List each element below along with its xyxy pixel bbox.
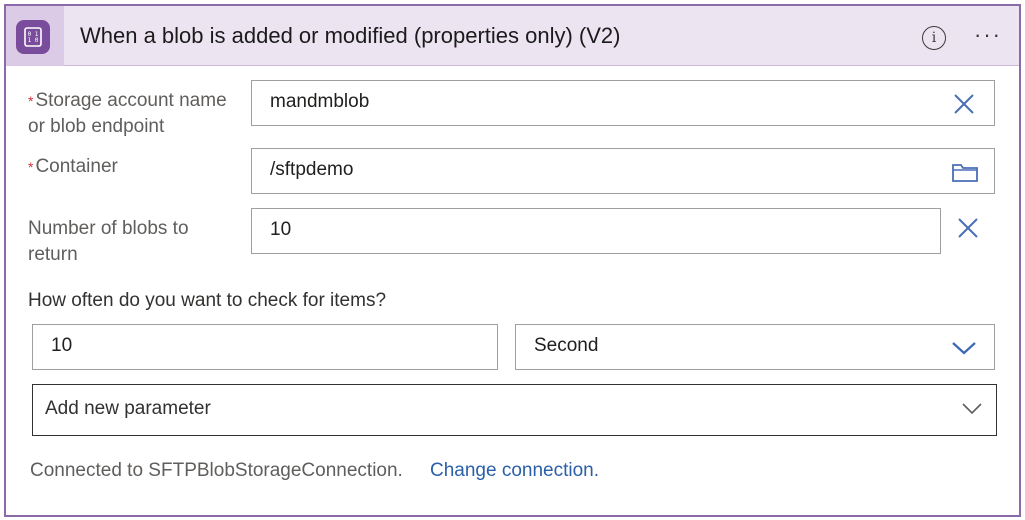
number-of-blobs-label-line2: return [28, 244, 78, 265]
container-label-text: Container [35, 156, 118, 177]
card-header[interactable]: 0 1 1 0 When a blob is added or modified… [6, 4, 1019, 66]
svg-text:1 0: 1 0 [28, 37, 39, 44]
frequency-select[interactable]: Second [515, 324, 995, 370]
required-marker: * [28, 93, 34, 109]
trigger-card: 0 1 1 0 When a blob is added or modified… [4, 4, 1021, 517]
storage-account-label-line2: or blob endpoint [28, 116, 165, 137]
interval-input[interactable]: 10 [32, 324, 498, 370]
header-icon-container: 0 1 1 0 [6, 6, 64, 66]
storage-account-label: * Storage account name or blob endpoint [28, 88, 227, 140]
container-label: * Container [28, 154, 118, 180]
number-of-blobs-value: 10 [270, 219, 292, 240]
connection-status: Connected to SFTPBlobStorageConnection. [30, 460, 403, 481]
storage-account-input[interactable]: mandmblob [251, 80, 995, 126]
add-new-parameter-label: Add new parameter [45, 398, 211, 419]
container-input[interactable]: /sftpdemo [251, 148, 995, 194]
number-of-blobs-label-line1: Number of blobs to [28, 218, 189, 239]
chevron-down-icon [950, 337, 978, 359]
blob-storage-icon: 0 1 1 0 [16, 20, 50, 54]
number-of-blobs-input[interactable]: 10 [251, 208, 941, 254]
recurrence-question: How often do you want to check for items… [28, 290, 387, 311]
required-marker: * [28, 159, 34, 175]
add-new-parameter-dropdown[interactable]: Add new parameter [32, 384, 997, 436]
card-title: When a blob is added or modified (proper… [80, 23, 621, 48]
container-value: /sftpdemo [270, 159, 354, 180]
number-of-blobs-label: Number of blobs to return [28, 216, 189, 268]
storage-account-value: mandmblob [270, 91, 370, 112]
frequency-value: Second [534, 335, 599, 356]
info-icon[interactable]: i [922, 26, 946, 50]
more-options-icon[interactable]: ··· [974, 24, 1002, 46]
change-connection-link[interactable]: Change connection. [430, 460, 599, 482]
folder-picker-icon[interactable] [950, 160, 980, 184]
interval-value: 10 [51, 335, 73, 356]
clear-icon[interactable] [952, 92, 976, 116]
storage-account-label-line1: Storage account name [35, 90, 227, 111]
remove-parameter-icon[interactable] [956, 216, 980, 240]
chevron-down-icon [961, 401, 983, 417]
